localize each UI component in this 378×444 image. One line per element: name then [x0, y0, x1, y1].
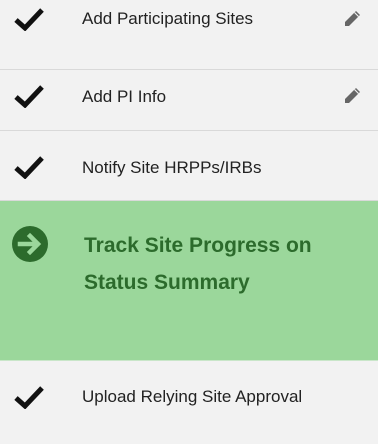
step-upload-relying-site-approval[interactable]: Upload Relying Site Approval — [0, 361, 378, 444]
pencil-icon[interactable] — [342, 86, 362, 106]
check-icon — [14, 386, 44, 409]
step-notify-site-hrpps-irbs[interactable]: Notify Site HRPPs/IRBs — [0, 131, 378, 201]
check-icon — [14, 156, 44, 179]
step-label: Track Site Progress on Status Summary — [84, 234, 312, 294]
workflow-steps-list: Add Participating Sites Add PI Info Noti… — [0, 0, 378, 444]
step-label: Add PI Info — [82, 87, 167, 106]
pencil-icon[interactable] — [342, 9, 362, 29]
arrow-circle-right-icon — [12, 226, 48, 262]
step-label: Add Participating Sites — [82, 9, 254, 28]
step-track-site-progress[interactable]: Track Site Progress on Status Summary — [0, 201, 378, 361]
step-label: Notify Site HRPPs/IRBs — [82, 158, 262, 177]
step-add-participating-sites[interactable]: Add Participating Sites — [0, 0, 378, 70]
step-label: Upload Relying Site Approval — [82, 387, 303, 406]
check-icon — [14, 8, 44, 31]
check-icon — [14, 85, 44, 108]
step-add-pi-info[interactable]: Add PI Info — [0, 70, 378, 131]
